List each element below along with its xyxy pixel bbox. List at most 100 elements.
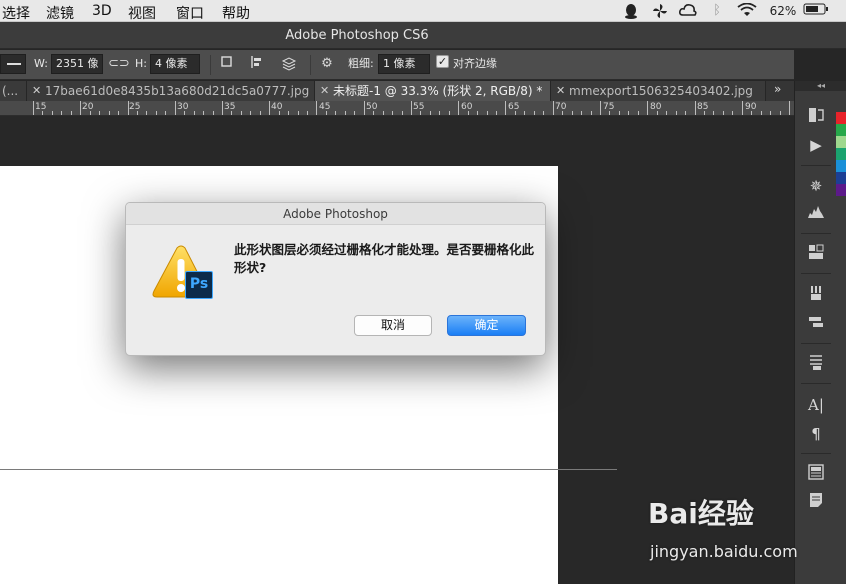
ruler-label: 65 [508, 102, 520, 112]
swatch-teal[interactable] [836, 148, 846, 160]
clone-source-icon[interactable] [803, 313, 829, 335]
tool-presets-icon[interactable] [803, 353, 829, 375]
pinwheel-icon[interactable] [650, 3, 670, 19]
swatch-blue[interactable] [836, 160, 846, 172]
bluetooth-icon[interactable]: ᛒ [710, 3, 724, 19]
ruler-tick [364, 101, 365, 115]
ruler-tick [411, 101, 412, 115]
ruler-tick [449, 111, 450, 115]
ruler-tick [420, 111, 421, 115]
stroke-type-dropdown[interactable] [0, 54, 26, 74]
ruler-tick [231, 111, 232, 115]
ruler-tick [458, 101, 459, 115]
ruler-tick [392, 111, 393, 115]
menu-3d[interactable]: 3D [92, 3, 112, 19]
brush-presets-icon[interactable] [803, 284, 829, 306]
tab-label: 未标题-1 @ 33.3% (形状 2, RGB/8) * [333, 84, 543, 98]
align-edges-checkbox[interactable]: ✓ [436, 55, 449, 68]
ruler-tick [109, 111, 110, 115]
separator [801, 453, 831, 454]
path-operations-icon[interactable] [218, 55, 236, 73]
watermark-brand: Bai经验 [648, 497, 754, 530]
tab-label: (... [2, 84, 19, 98]
actions-play-icon[interactable]: ▶ [803, 134, 829, 156]
dialog-message: 此形状图层必须经过栅格化才能处理。是否要栅格化此形状? [234, 242, 535, 275]
battery-percent: 62% [769, 4, 797, 18]
ruler-tick [553, 101, 554, 115]
width-label: W: [34, 57, 48, 70]
swatch-red[interactable] [836, 112, 846, 124]
character-icon[interactable]: A| [803, 394, 829, 416]
weight-input[interactable]: 1 像素 [378, 54, 430, 74]
ruler-tick [789, 101, 790, 115]
ruler-label: 55 [413, 102, 425, 112]
menu-view[interactable]: 视图 [128, 3, 156, 23]
ruler-tick [638, 111, 639, 115]
close-icon[interactable]: ✕ [556, 81, 565, 101]
ruler-tick [619, 111, 620, 115]
ruler-tick [591, 111, 592, 115]
ruler-tick [146, 111, 147, 115]
wifi-icon[interactable] [736, 2, 758, 19]
ruler-tick [704, 111, 705, 115]
close-icon[interactable]: ✕ [32, 81, 41, 101]
ruler-tick [373, 111, 374, 115]
ruler-tick [335, 111, 336, 115]
ruler-tick [572, 111, 573, 115]
battery-icon[interactable] [802, 3, 830, 19]
qq-icon[interactable] [622, 3, 640, 19]
height-input[interactable]: 4 像素 [150, 54, 200, 74]
histogram-icon[interactable] [803, 203, 829, 225]
color-wheel-icon[interactable]: ✵ [803, 175, 829, 197]
ruler-tick [402, 111, 403, 115]
ruler-tick [496, 111, 497, 115]
ruler-tick [326, 111, 327, 115]
menu-filter[interactable]: 滤镜 [46, 3, 74, 23]
ruler-tick [732, 111, 733, 115]
ruler-tick [307, 111, 308, 115]
tab-17bae61d[interactable]: ✕ 17bae61d0e8435b13a680d21dc5a0777.jpg [27, 81, 315, 101]
menu-window[interactable]: 窗口 [176, 3, 204, 23]
menu-help[interactable]: 帮助 [222, 3, 250, 23]
close-icon[interactable]: ✕ [320, 81, 329, 101]
tab-label: mmexport1506325403402.jpg [569, 84, 753, 98]
swatch-navy[interactable] [836, 172, 846, 184]
height-label: H: [135, 57, 147, 70]
link-icon[interactable]: ⊂⊃ [108, 55, 130, 73]
photoshop-badge-icon: Ps [185, 271, 213, 299]
rasterize-dialog: Adobe Photoshop Ps 此形状图层必须经过栅格化才能处理。是否要栅… [125, 202, 546, 356]
history-icon[interactable] [803, 106, 829, 128]
ruler-tick [118, 111, 119, 115]
ruler-label: 70 [555, 102, 567, 112]
ruler-tick [184, 111, 185, 115]
collapse-panels-icon[interactable]: ◂◂ [795, 81, 846, 91]
tab-untitled-1[interactable]: ✕ 未标题-1 @ 33.3% (形状 2, RGB/8) * [315, 81, 551, 101]
path-arrangement-icon[interactable] [280, 55, 298, 73]
creative-cloud-icon[interactable] [678, 3, 698, 19]
layers-icon[interactable] [803, 464, 829, 486]
gear-icon[interactable]: ⚙ [318, 55, 336, 73]
tabs-overflow-icon[interactable]: » [774, 82, 781, 96]
ruler-tick [723, 111, 724, 115]
ruler-tick [90, 111, 91, 115]
ruler-tick [562, 111, 563, 115]
ok-button[interactable]: 确定 [447, 315, 526, 336]
paragraph-icon[interactable]: ¶ [803, 423, 829, 445]
menu-select[interactable]: 选择 [2, 3, 30, 23]
swatch-green[interactable] [836, 124, 846, 136]
adjustments-icon[interactable] [803, 243, 829, 265]
cancel-button[interactable]: 取消 [354, 315, 432, 336]
swatch-light-green[interactable] [836, 136, 846, 148]
shape-line[interactable] [0, 469, 617, 470]
tab-label: 17bae61d0e8435b13a680d21dc5a0777.jpg [45, 84, 310, 98]
tab-partial[interactable]: (... [0, 81, 27, 101]
ruler-tick [345, 111, 346, 115]
tab-mmexport[interactable]: ✕ mmexport1506325403402.jpg [551, 81, 766, 101]
separator [801, 165, 831, 166]
menu-bar: 选择 滤镜 3D 视图 窗口 帮助 ᛒ 62% [0, 0, 846, 22]
ruler-tick [751, 111, 752, 115]
path-alignment-icon[interactable] [248, 55, 266, 73]
swatch-purple[interactable] [836, 184, 846, 196]
align-edges-label: 对齐边缘 [453, 57, 497, 70]
width-input[interactable]: 2351 像 [51, 54, 103, 74]
